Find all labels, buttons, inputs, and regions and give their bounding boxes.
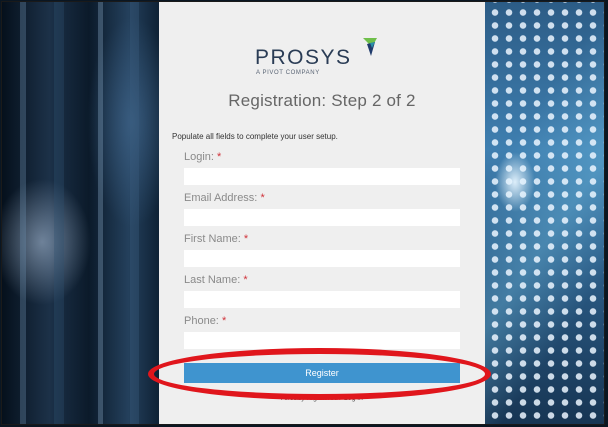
background-server-image-left bbox=[2, 2, 160, 424]
form-instructions: Populate all fields to complete your use… bbox=[172, 132, 338, 141]
login-link[interactable]: Already registered? Log in bbox=[159, 395, 485, 402]
logo-tagline: A PIVOT COMPANY bbox=[256, 70, 320, 76]
background-perforated-panel-right bbox=[485, 2, 604, 424]
prosys-logo: PROSYS A PIVOT COMPANY bbox=[255, 38, 395, 88]
login-label: Login: * bbox=[184, 151, 222, 163]
light-glow bbox=[495, 152, 535, 212]
required-marker: * bbox=[221, 315, 227, 327]
first-name-label: First Name: * bbox=[184, 233, 249, 245]
phone-input[interactable] bbox=[184, 332, 460, 349]
required-marker: * bbox=[217, 151, 222, 163]
required-marker: * bbox=[243, 274, 248, 286]
screenshot-frame: PROSYS A PIVOT COMPANY Registration: Ste… bbox=[1, 1, 605, 425]
last-name-label: Last Name: * bbox=[184, 274, 248, 286]
logo-wordmark: PROSYS bbox=[255, 46, 352, 69]
register-button[interactable]: Register bbox=[184, 363, 460, 383]
perforation-pattern bbox=[485, 2, 604, 424]
phone-label: Phone: * bbox=[184, 315, 227, 327]
required-marker: * bbox=[243, 233, 249, 245]
login-input[interactable] bbox=[184, 168, 460, 185]
registration-panel: PROSYS A PIVOT COMPANY Registration: Ste… bbox=[159, 2, 485, 424]
first-name-input[interactable] bbox=[184, 250, 460, 267]
page-title: Registration: Step 2 of 2 bbox=[228, 91, 416, 110]
email-address-input[interactable] bbox=[184, 209, 460, 226]
logo-triangle-icon bbox=[363, 38, 377, 56]
required-marker: * bbox=[260, 192, 265, 204]
email-address-label: Email Address: * bbox=[184, 192, 265, 204]
last-name-input[interactable] bbox=[184, 291, 460, 308]
